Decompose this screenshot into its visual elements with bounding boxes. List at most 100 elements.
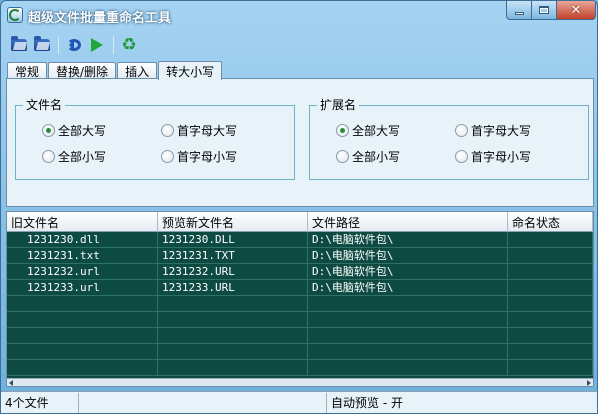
tab-strip: 常规 替换/删除 插入 转大小写 [7, 60, 223, 80]
cell-path: D:\电脑软件包\ [308, 232, 508, 248]
cell-path [308, 328, 508, 344]
table-row[interactable] [7, 296, 593, 312]
open-folder-icon [11, 36, 27, 51]
scroll-right-icon[interactable] [587, 380, 591, 386]
close-button[interactable]: ✕ [556, 1, 596, 20]
column-header-status[interactable]: 命名状态 [508, 212, 593, 232]
extension-option-capitalize[interactable]: 首字母大写 [455, 122, 531, 139]
extension-option-all-upper[interactable]: 全部大写 [336, 122, 400, 139]
grid-header: 旧文件名 预览新文件名 文件路径 命名状态 [7, 212, 593, 232]
cell-old-name [7, 360, 158, 376]
cell-path: D:\电脑软件包\ [308, 264, 508, 280]
cell-status [508, 360, 593, 376]
cell-status [508, 264, 593, 280]
cell-path [308, 344, 508, 360]
filename-option-all-lower[interactable]: 全部小写 [42, 148, 106, 165]
cell-new-name: 1231230.DLL [158, 232, 308, 248]
toolbar-separator [58, 36, 59, 54]
extension-group-title: 扩展名 [317, 97, 360, 113]
extension-option-all-lower[interactable]: 全部小写 [336, 148, 400, 165]
option-label: 首字母小写 [471, 150, 532, 164]
cell-old-name [7, 344, 158, 360]
status-bar: 4个文件 自动预览 - 开 [1, 391, 597, 413]
radio-icon [455, 150, 468, 163]
open-folder-button[interactable] [8, 34, 30, 56]
open-folder-alt-icon [34, 36, 50, 51]
app-window: 超级文件批量重命名工具 ✕ ♻ 常规 替换/删除 插入 转大小写 文件名 全部大… [0, 0, 598, 414]
radio-checked-icon [336, 124, 349, 137]
cell-new-name [158, 360, 308, 376]
column-header-path[interactable]: 文件路径 [308, 212, 508, 232]
horizontal-scrollbar[interactable] [7, 378, 593, 386]
cell-path [308, 312, 508, 328]
cell-old-name: 1231233.url [7, 280, 158, 296]
cell-path [308, 296, 508, 312]
tab-general[interactable]: 常规 [7, 62, 48, 79]
cell-old-name [7, 312, 158, 328]
cell-new-name [158, 344, 308, 360]
minimize-icon [514, 11, 524, 15]
recycle-icon: ♻ [121, 34, 137, 55]
option-label: 首字母大写 [177, 124, 238, 138]
toolbar: ♻ [1, 31, 597, 59]
undo-button[interactable] [63, 34, 85, 56]
option-label: 全部大写 [58, 124, 107, 138]
table-row[interactable] [7, 360, 593, 376]
file-list-grid[interactable]: 旧文件名 预览新文件名 文件路径 命名状态 1231230.dll 1231230… [6, 211, 594, 387]
option-label: 全部大写 [352, 124, 401, 138]
cell-status [508, 296, 593, 312]
table-row[interactable]: 1231233.url 1231233.URL D:\电脑软件包\ [7, 280, 593, 296]
cell-new-name: 1231232.URL [158, 264, 308, 280]
radio-icon [336, 150, 349, 163]
play-icon [91, 38, 103, 52]
cell-new-name [158, 328, 308, 344]
toolbar-separator [113, 36, 114, 54]
cell-path: D:\电脑软件包\ [308, 248, 508, 264]
maximize-button[interactable] [531, 1, 557, 20]
undo-icon [67, 39, 81, 51]
tab-insert[interactable]: 插入 [117, 62, 158, 79]
cell-status [508, 344, 593, 360]
option-label: 全部小写 [58, 150, 107, 164]
column-header-new-name[interactable]: 预览新文件名 [158, 212, 308, 232]
cell-path [308, 360, 508, 376]
radio-icon [161, 124, 174, 137]
table-row[interactable]: 1231231.txt 1231231.TXT D:\电脑软件包\ [7, 248, 593, 264]
cell-old-name [7, 296, 158, 312]
option-label: 首字母大写 [471, 124, 532, 138]
cell-old-name: 1231230.dll [7, 232, 158, 248]
tab-replace-delete[interactable]: 替换/删除 [48, 62, 117, 79]
filename-option-capitalize[interactable]: 首字母大写 [161, 122, 237, 139]
cell-new-name [158, 312, 308, 328]
table-row[interactable] [7, 344, 593, 360]
table-row[interactable] [7, 312, 593, 328]
table-row[interactable] [7, 328, 593, 344]
extension-option-first-lower[interactable]: 首字母小写 [455, 148, 531, 165]
option-label: 全部小写 [352, 150, 401, 164]
minimize-button[interactable] [506, 1, 532, 20]
reset-button[interactable]: ♻ [118, 34, 140, 56]
table-row[interactable]: 1231232.url 1231232.URL D:\电脑软件包\ [7, 264, 593, 280]
radio-icon [455, 124, 468, 137]
column-header-old-name[interactable]: 旧文件名 [7, 212, 158, 232]
status-file-count: 4个文件 [1, 392, 79, 413]
change-case-panel: 文件名 全部大写 首字母大写 全部小写 首字母小写 扩展名 全部大写 首字母大写… [6, 78, 594, 207]
app-logo-icon[interactable] [7, 7, 23, 23]
cell-old-name [7, 328, 158, 344]
filename-option-all-upper[interactable]: 全部大写 [42, 122, 106, 139]
filename-option-first-lower[interactable]: 首字母小写 [161, 148, 237, 165]
open-folder-alt-button[interactable] [31, 34, 53, 56]
title-bar[interactable]: 超级文件批量重命名工具 ✕ [1, 1, 597, 29]
radio-icon [42, 150, 55, 163]
scroll-left-icon[interactable] [9, 380, 13, 386]
radio-icon [161, 150, 174, 163]
run-button[interactable] [86, 34, 108, 56]
tab-change-case[interactable]: 转大小写 [158, 61, 223, 80]
table-row[interactable]: 1231230.dll 1231230.DLL D:\电脑软件包\ [7, 232, 593, 248]
maximize-icon [539, 6, 549, 14]
cell-status [508, 248, 593, 264]
grid-body: 1231230.dll 1231230.DLL D:\电脑软件包\ 1231231.t… [7, 232, 593, 376]
extension-group: 扩展名 全部大写 首字母大写 全部小写 首字母小写 [309, 97, 589, 180]
status-auto-preview: 自动预览 - 开 [331, 396, 403, 410]
filename-group-title: 文件名 [23, 97, 66, 113]
